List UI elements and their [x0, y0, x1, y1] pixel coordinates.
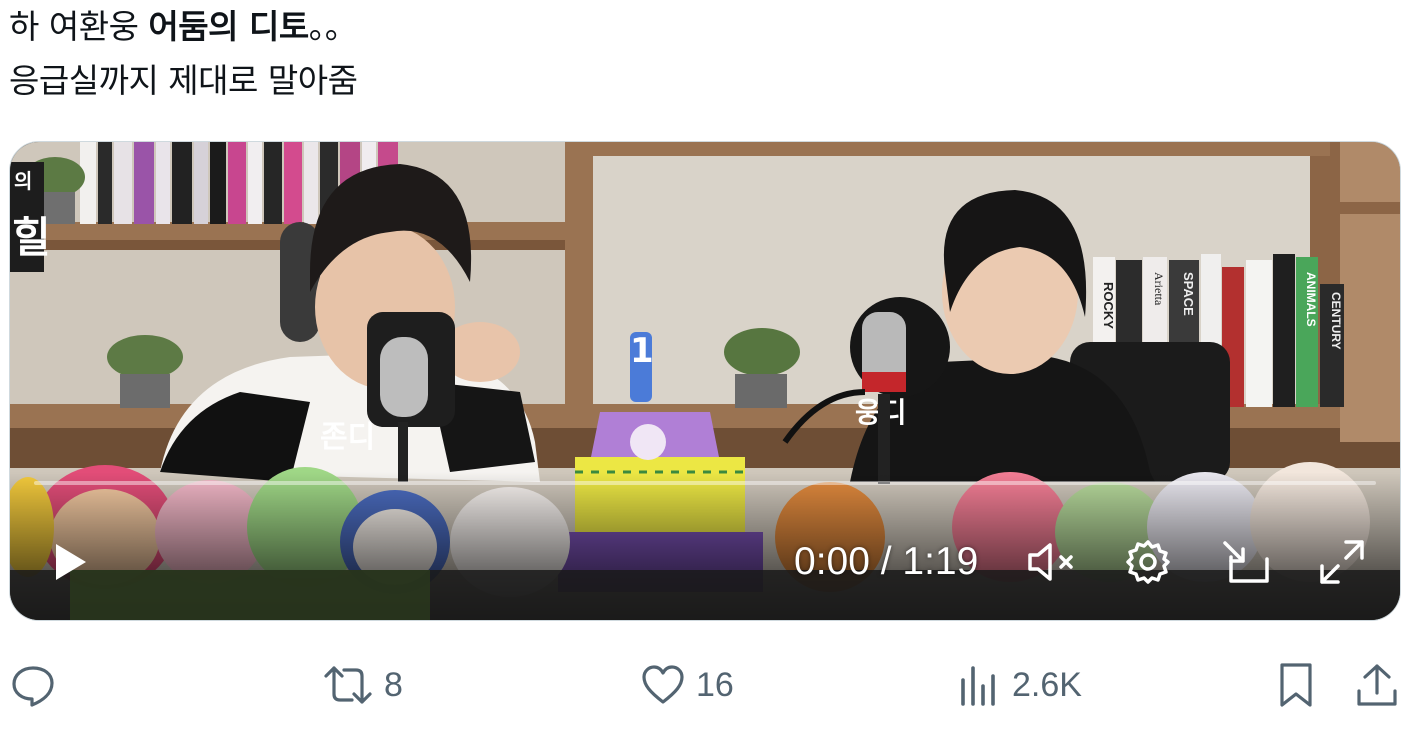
volume-muted-icon [1028, 543, 1073, 581]
tweet-text-line-2: 응급실까지 제대로 말아줌 [9, 61, 358, 100]
reply-button[interactable] [10, 650, 66, 720]
fullscreen-button[interactable] [1312, 522, 1372, 602]
bookmark-icon [1280, 663, 1312, 707]
play-button[interactable] [46, 522, 94, 602]
like-button[interactable]: 16 [640, 650, 734, 720]
cake-number: 1 [630, 331, 654, 371]
play-icon [56, 544, 86, 580]
settings-button[interactable] [1120, 522, 1176, 602]
gear-icon [1126, 540, 1170, 584]
book-label-arietta: Arietta [1152, 272, 1166, 306]
shirt-text-left: 존디 [320, 420, 375, 455]
fullscreen-icon [1320, 540, 1364, 584]
book-label-rocky: ROCKY [1101, 282, 1116, 329]
book-label-space: SPACE [1181, 272, 1196, 316]
retweet-count: 8 [384, 665, 403, 704]
mute-button[interactable] [1022, 522, 1082, 602]
book-label-animals: ANIMALS [1304, 272, 1318, 327]
analytics-icon [961, 666, 995, 706]
picture-in-picture-icon [1223, 541, 1269, 583]
tweet-text-line-1: 하 여환웅 어둠의 디토。。 [9, 0, 358, 54]
views-button[interactable]: 2.6K [956, 650, 1082, 720]
like-count: 16 [696, 665, 734, 704]
video-progress-bar[interactable] [34, 481, 1376, 485]
retweet-button[interactable]: 8 [322, 650, 403, 720]
share-button[interactable] [1354, 650, 1400, 720]
bookmark-button[interactable] [1276, 650, 1316, 720]
pip-button[interactable] [1216, 522, 1276, 602]
svg-text:의: 의 [14, 169, 32, 193]
tweet-actions: 8 16 2.6K [0, 650, 1420, 720]
svg-text:힐: 힐 [12, 213, 51, 262]
tweet-text-end: 。。 [308, 7, 358, 46]
book-label-century: CENTURY [1329, 292, 1343, 350]
reply-icon [12, 666, 54, 707]
tweet-text-bold: 어둠의 디토 [148, 7, 309, 46]
views-count: 2.6K [1012, 665, 1082, 704]
share-icon [1357, 664, 1397, 706]
retweet-icon [324, 666, 372, 704]
video-time: 0:00 / 1:19 [794, 540, 979, 583]
tweet-text-plain: 하 여환웅 [9, 7, 149, 46]
video-controls: 0:00 / 1:19 [10, 522, 1400, 602]
heart-icon [642, 665, 684, 704]
video-player[interactable]: ROCKY Arietta SPACE ANIMALS CENTURY 의 힐 [9, 141, 1401, 621]
tweet-text: 하 여환웅 어둠의 디토。。 응급실까지 제대로 말아줌 [9, 0, 358, 108]
